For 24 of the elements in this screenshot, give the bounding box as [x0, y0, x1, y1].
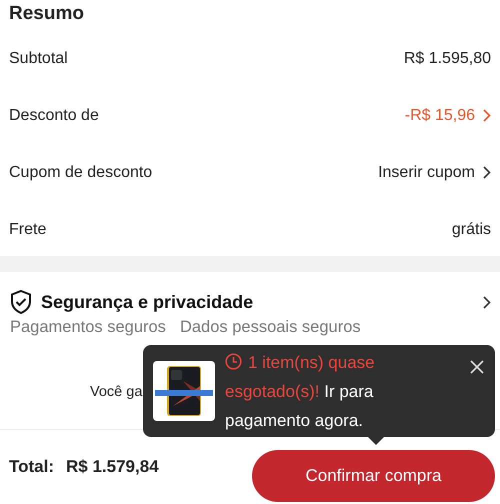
total-label: Total:	[9, 457, 54, 477]
summary-value: R$ 1.595,80	[404, 50, 491, 68]
security-feature: Pagamentos seguros	[10, 318, 166, 338]
toast-message: 1 item(ns) quase esgotado(s)! Ir para pagamento agora.	[225, 352, 376, 432]
shield-check-icon	[9, 289, 33, 315]
summary-value[interactable]: -R$ 15,96	[404, 106, 491, 124]
confirm-button[interactable]: Confirmar compra	[252, 450, 495, 502]
security-feature: Dados pessoais seguros	[180, 318, 361, 338]
toast-pointer	[368, 437, 384, 445]
section-title: Resumo	[8, 2, 85, 26]
summary-value: grátis	[452, 220, 491, 238]
summary-label: Cupom de desconto	[9, 164, 152, 182]
summary-label: Desconto de	[9, 106, 99, 124]
section-title: Segurança e privacidade	[41, 292, 254, 312]
close-icon[interactable]	[469, 359, 485, 375]
chevron-icon	[483, 296, 491, 308]
total-value: R$ 1.579,84	[66, 457, 159, 477]
summary-label: Frete	[9, 220, 46, 238]
credits-text: Você ga	[90, 384, 142, 400]
summary-value[interactable]: Inserir cupom	[378, 164, 491, 182]
chevron-icon	[483, 166, 491, 179]
summary-label: Subtotal	[9, 50, 68, 68]
clock-icon	[225, 352, 242, 370]
chevron-icon	[483, 109, 491, 122]
